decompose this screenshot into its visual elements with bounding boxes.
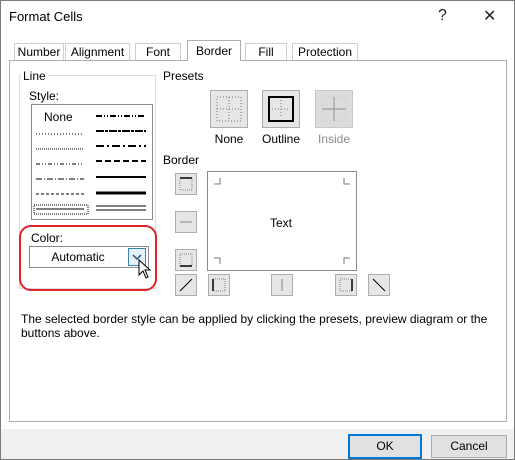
dialog-title: Format Cells: [9, 9, 83, 24]
tab-alignment[interactable]: Alignment: [65, 43, 130, 60]
border-top-button[interactable]: [175, 173, 197, 195]
preset-none-icon: [216, 96, 242, 122]
help-button[interactable]: ?: [438, 7, 447, 25]
tab-border[interactable]: Border: [187, 40, 241, 61]
border-diagonal-up-button[interactable]: [175, 274, 197, 296]
title-bar: Format Cells ? ✕: [1, 1, 514, 31]
border-left-button[interactable]: [208, 274, 230, 296]
preset-outline-label: Outline: [261, 132, 301, 146]
description-text: The selected border style can be applied…: [21, 312, 488, 340]
border-inside-vertical-icon: [281, 279, 283, 291]
close-button[interactable]: ✕: [483, 6, 496, 26]
line-style-list[interactable]: None: [31, 104, 153, 220]
preset-outline-button[interactable]: [262, 90, 300, 128]
border-diagonal-down-icon: [372, 278, 386, 292]
preset-inside-label: Inside: [317, 132, 351, 146]
tab-font[interactable]: Font: [135, 43, 181, 60]
border-right-button[interactable]: [335, 274, 357, 296]
border-bottom-button[interactable]: [175, 249, 197, 271]
preset-inside-button[interactable]: [315, 90, 353, 128]
style-none-label: None: [44, 110, 73, 124]
preset-none-label: None: [214, 132, 244, 146]
border-right-icon: [339, 278, 353, 292]
preset-outline-icon: [268, 96, 294, 122]
color-highlight-annotation: [19, 225, 157, 291]
style-label: Style:: [29, 89, 60, 103]
preview-text: Text: [270, 216, 293, 230]
format-cells-dialog: Format Cells ? ✕ Number Alignment Font B…: [0, 0, 515, 460]
cancel-button[interactable]: Cancel: [431, 435, 507, 458]
border-inside-vertical-button[interactable]: [271, 274, 293, 296]
line-group-label: Line: [21, 69, 48, 83]
preset-none-button[interactable]: [210, 90, 248, 128]
border-group-label: Border: [163, 153, 200, 167]
tab-fill[interactable]: Fill: [245, 43, 287, 60]
border-top-icon: [179, 177, 193, 191]
border-preview[interactable]: Text: [207, 171, 357, 271]
border-inside-horizontal-button[interactable]: [175, 211, 197, 233]
tab-number[interactable]: Number: [14, 43, 64, 60]
border-diagonal-up-icon: [179, 278, 193, 292]
border-bottom-icon: [179, 253, 193, 267]
border-left-icon: [212, 278, 226, 292]
ok-button[interactable]: OK: [348, 434, 422, 459]
border-diagonal-down-button[interactable]: [368, 274, 390, 296]
tab-protection[interactable]: Protection: [292, 43, 358, 60]
presets-group-label: Presets: [163, 69, 204, 83]
preset-inside-icon: [321, 96, 347, 122]
border-inside-horizontal-icon: [180, 221, 192, 223]
